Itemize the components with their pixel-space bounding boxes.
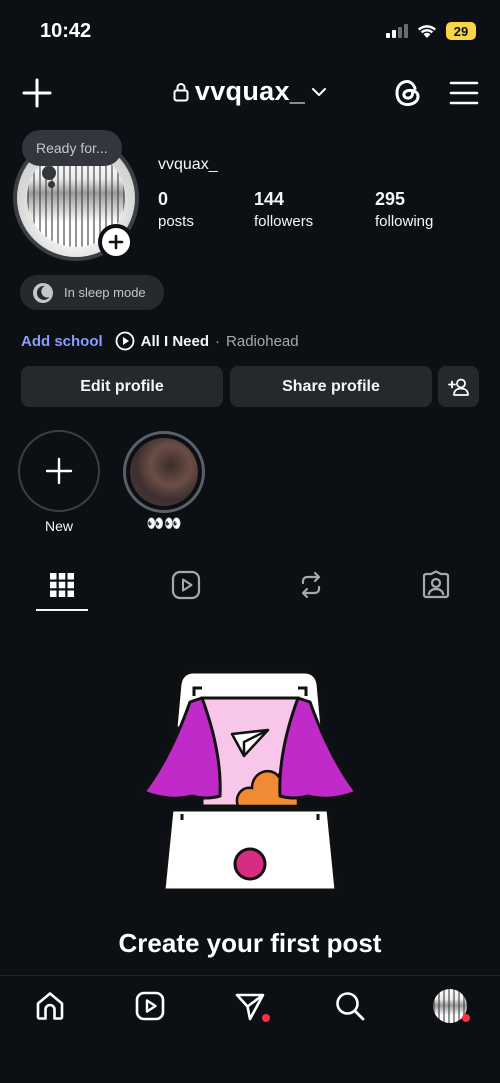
tab-reels[interactable] — [169, 569, 203, 601]
reels-icon — [135, 991, 165, 1021]
camera-illustration — [142, 670, 358, 892]
lock-icon — [173, 82, 189, 101]
profile-notification-dot — [462, 1014, 470, 1022]
header-username: vvquax_ — [194, 76, 306, 106]
empty-state-title: Create your first post — [118, 928, 382, 958]
new-highlight-button[interactable] — [18, 430, 100, 512]
new-highlight-label: New — [44, 518, 73, 534]
posts-count: 0 — [158, 189, 169, 209]
reposts-icon — [301, 571, 321, 599]
add-person-icon — [447, 378, 469, 396]
home-icon — [36, 992, 64, 1020]
following-label: following — [375, 213, 434, 230]
moon-icon — [33, 282, 53, 303]
nav-search[interactable] — [332, 988, 368, 1024]
sleep-mode-text: In sleep mode — [64, 285, 146, 300]
add-school-link[interactable]: Add school — [21, 333, 103, 350]
posts-label: posts — [158, 213, 194, 230]
stat-following[interactable]: 295 following — [375, 189, 433, 230]
status-icons: 29 — [386, 22, 476, 40]
menu-icon[interactable] — [448, 78, 480, 108]
nav-home[interactable] — [32, 988, 68, 1024]
note-tail — [42, 166, 56, 180]
sleep-mode-badge[interactable]: In sleep mode — [20, 275, 164, 310]
threads-icon[interactable] — [391, 76, 425, 110]
highlight-item[interactable] — [123, 431, 205, 513]
note-bubble[interactable]: Ready for... — [22, 130, 122, 166]
highlight-label: 👀👀 — [146, 515, 182, 531]
followers-label: followers — [254, 213, 314, 230]
following-count: 295 — [375, 189, 406, 209]
play-circle-icon[interactable] — [115, 331, 135, 351]
tab-tagged[interactable] — [419, 569, 453, 601]
wifi-icon — [418, 25, 436, 38]
battery-icon: 29 — [446, 22, 476, 40]
music-artist[interactable]: Radiohead — [226, 333, 299, 350]
signal-icon — [386, 24, 408, 38]
edit-profile-button[interactable]: Edit profile — [21, 366, 223, 407]
music-separator: · — [215, 332, 221, 350]
display-name: vvquax_ — [158, 156, 218, 173]
share-profile-button[interactable]: Share profile — [230, 366, 432, 407]
status-time: 10:42 — [40, 20, 92, 42]
tab-posts[interactable] — [45, 569, 79, 601]
tab-reposts[interactable] — [294, 569, 328, 601]
discover-people-button[interactable] — [438, 366, 479, 407]
note-tail-small — [48, 181, 55, 188]
notification-dot — [262, 1014, 270, 1022]
reels-icon — [171, 570, 201, 600]
plus-icon — [45, 457, 73, 485]
stat-followers[interactable]: 144 followers — [254, 189, 313, 230]
add-story-button[interactable] — [98, 224, 134, 260]
grid-icon — [50, 573, 74, 597]
highlight-cover — [130, 438, 198, 506]
stat-posts: 0 posts — [158, 189, 194, 230]
account-switcher[interactable]: vvquax_ — [0, 76, 500, 107]
plus-icon — [108, 234, 124, 250]
bio-line: Add school All I Need · Radiohead — [21, 331, 299, 351]
music-title[interactable]: All I Need — [141, 333, 209, 350]
note-text: Ready for... — [36, 140, 108, 156]
active-tab-indicator — [36, 609, 88, 611]
chevron-down-icon — [312, 87, 327, 96]
bottom-nav-divider — [0, 975, 500, 976]
search-icon — [336, 992, 365, 1021]
nav-reels[interactable] — [132, 988, 168, 1024]
tagged-icon — [422, 570, 450, 599]
followers-count: 144 — [254, 189, 285, 209]
